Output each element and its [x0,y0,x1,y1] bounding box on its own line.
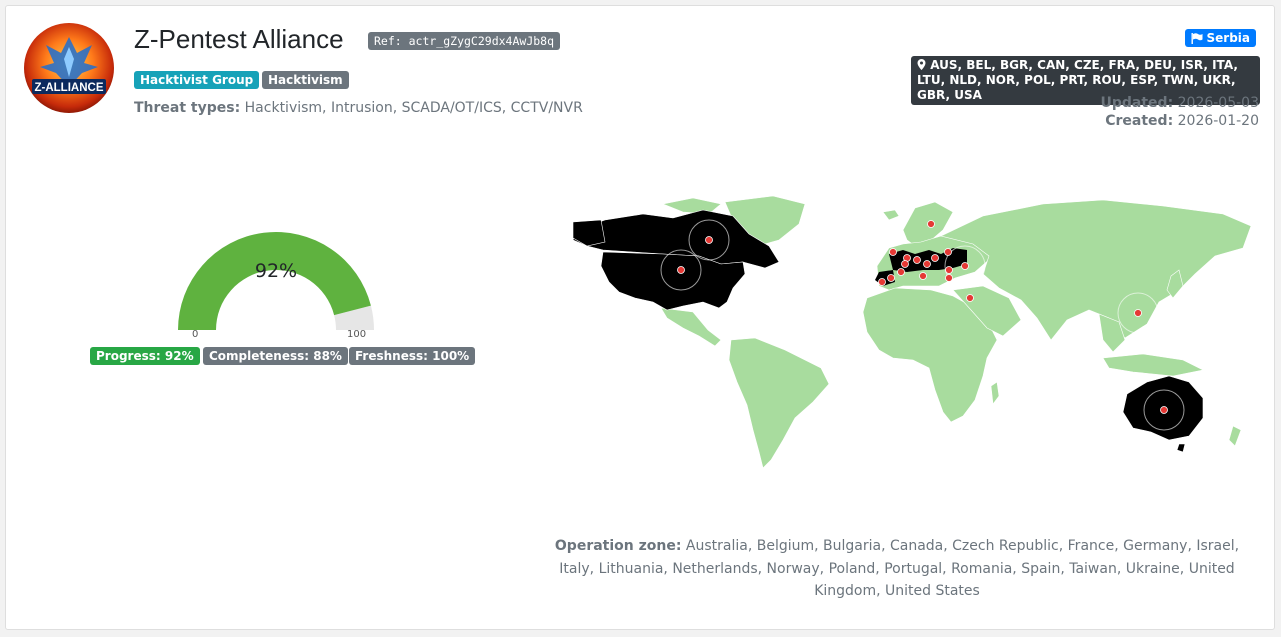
map-marker-portugal [878,278,886,286]
operation-zone-label: Operation zone: [554,538,682,554]
freshness-badge: Freshness: 100% [349,347,476,365]
map-marker-usa [677,266,685,274]
threat-types-label: Threat types: [134,100,241,116]
map-marker-spain [887,274,895,282]
tag-hacktivist-group[interactable]: Hacktivist Group [134,71,260,89]
actor-title: Z-Pentest Alliance [134,24,344,54]
created-value: 2026-01-20 [1177,113,1259,129]
gauge-value-label: 92% [254,260,298,282]
map-madagascar [990,381,1000,405]
completeness-badge: Completeness: 88% [203,347,348,365]
map-tasmania [1176,443,1186,453]
map-marker-czech [923,260,931,268]
map-marker-canada [705,236,713,244]
map-marker-germany [913,256,921,264]
flag-icon [1191,32,1202,44]
actor-avatar: Z-ALLIANCE [24,23,114,113]
map-marker-norway [927,220,935,228]
progress-gauge [178,232,374,330]
map-marker-australia [1160,406,1168,414]
updated-label: Updated: [1100,95,1174,111]
map-marker-israel [966,294,974,302]
map-marker-lithuania [944,248,952,256]
map-central-america [660,307,722,347]
operation-zone: Operation zone: Australia, Belgium, Bulg… [543,535,1251,603]
origin-country-badge[interactable]: Serbia [1184,29,1256,47]
created-label: Created: [1105,113,1174,129]
gauge-min-label: 0 [192,329,199,340]
map-marker-france [897,268,905,276]
actor-ref-badge: Ref: actr_gZygC29dx4AwJb8q [368,32,561,50]
map-marker-italy [919,272,927,280]
origin-country-label: Serbia [1206,31,1251,45]
updated-date: Updated: 2026-05-03 [1101,95,1260,111]
map-marker-bulgaria [945,274,953,282]
tag-hacktivism[interactable]: Hacktivism [262,71,349,89]
map-south-america [728,337,830,469]
threat-types-value: Hacktivism, Intrusion, SCADA/OT/ICS, CCT… [244,100,583,116]
created-date: Created: 2026-01-20 [1105,113,1259,129]
map-marker-belgium [901,260,909,268]
threat-types: Threat types: Hacktivism, Intrusion, SCA… [134,100,583,116]
map-indonesia [1102,353,1204,377]
updated-value: 2026-05-03 [1177,95,1259,111]
gauge-max-label: 100 [347,329,367,340]
progress-badge: Progress: 92% [90,347,200,365]
map-marker-ukraine [961,262,969,270]
map-marker-taiwan [1134,309,1142,317]
avatar-logo-text: Z-ALLIANCE [35,82,104,94]
map-marker-icon [917,59,926,70]
map-marker-poland [931,254,939,262]
map-marker-uk [889,248,897,256]
world-map[interactable] [543,190,1251,470]
map-new-zealand [1228,425,1242,447]
map-marker-romania [945,266,953,274]
